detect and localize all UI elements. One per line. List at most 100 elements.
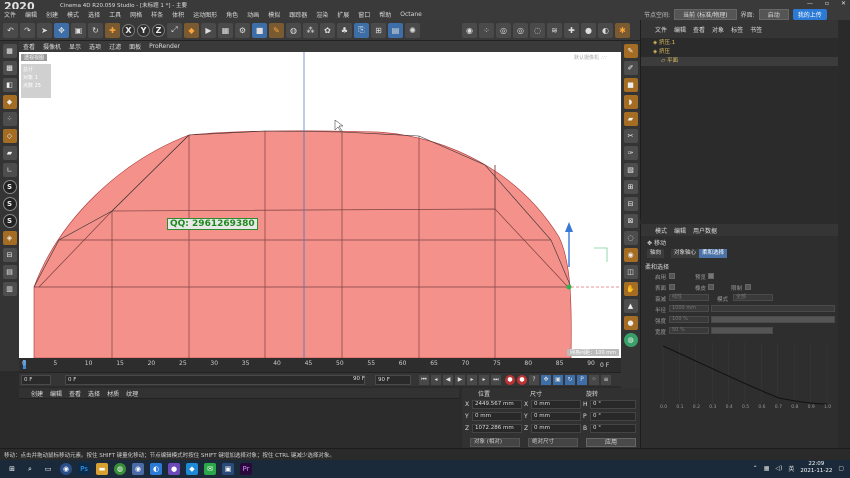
attribute-menu-item-2[interactable]: 用户数据: [693, 226, 717, 235]
menu-item-15[interactable]: 扩展: [337, 10, 349, 19]
viewport-menu-item-2[interactable]: 显示: [69, 42, 81, 51]
axis-mode-icon[interactable]: ∟: [2, 163, 17, 177]
timeline-ruler[interactable]: 0 5 10 15 20 25 30 35 40 45 50 55 60 65 70 75 80 85 90: [19, 358, 621, 372]
rotation-field[interactable]: 0 °: [590, 400, 636, 409]
language-icon[interactable]: 英: [788, 464, 794, 473]
falloff-select[interactable]: 线性: [669, 294, 709, 301]
camera-icon[interactable]: ⎘: [354, 22, 369, 38]
extruded-shape[interactable]: [33, 130, 572, 358]
add-object-icon[interactable]: ✚: [105, 22, 120, 38]
maximize-button[interactable]: ▫: [825, 0, 829, 7]
notification-icon[interactable]: ▢: [838, 465, 844, 472]
light-icon[interactable]: ✺: [405, 22, 420, 38]
search-icon[interactable]: ⌕: [24, 463, 36, 475]
radius-field[interactable]: 1000 mm: [669, 305, 709, 312]
object-row[interactable]: ◈ 挤压.1: [641, 39, 839, 48]
keyframe-icon[interactable]: ◆: [184, 22, 199, 38]
app-taskbar-icon-2[interactable]: ◐: [150, 463, 162, 475]
workplane-icon[interactable]: ◈: [2, 231, 17, 245]
octane-icon-5[interactable]: ◌: [530, 22, 545, 38]
material-menu-item-0[interactable]: 创建: [31, 389, 43, 398]
timeline-menu-icon[interactable]: ≡: [601, 375, 611, 385]
render-view-icon[interactable]: ▶: [201, 22, 216, 38]
snap-icon-3[interactable]: S: [2, 214, 17, 228]
next-key-icon[interactable]: ▸: [479, 375, 489, 385]
object-row[interactable]: ◈ 挤压: [641, 48, 839, 57]
size-mode-select[interactable]: 绝对尺寸: [528, 438, 578, 447]
menu-item-18[interactable]: Octane: [400, 11, 422, 18]
key-rotation-icon[interactable]: ↻: [565, 375, 575, 385]
login-button[interactable]: 我的上传: [792, 9, 827, 20]
cube-primitive-icon[interactable]: ■: [623, 78, 638, 92]
snap-icon-1[interactable]: S: [2, 180, 17, 194]
selected-point[interactable]: [566, 284, 572, 290]
polygons-mode-icon[interactable]: ▰: [2, 146, 17, 160]
notification-up-icon[interactable]: ⌃: [753, 465, 758, 472]
snap-icon-2[interactable]: S: [2, 197, 17, 211]
globe-icon[interactable]: ◍: [623, 333, 638, 347]
spline-primitive-icon[interactable]: ◗: [623, 95, 638, 109]
falloff-curve-graph[interactable]: 0.0 0.1 0.2 0.3 0.4 0.5 0.6 0.7 0.8 0.9 1.0: [659, 342, 831, 408]
play-backward-icon[interactable]: ◀: [443, 375, 453, 385]
menu-item-12[interactable]: 模拟: [268, 10, 280, 19]
viewport-canvas[interactable]: [19, 52, 621, 358]
task-view-icon[interactable]: ▭: [42, 463, 54, 475]
mode-select[interactable]: 全部: [733, 294, 773, 301]
menu-item-10[interactable]: 角色: [226, 10, 238, 19]
explorer-taskbar-icon[interactable]: ▬: [96, 463, 108, 475]
rotation-field[interactable]: 0 °: [590, 424, 636, 433]
size-field[interactable]: 0 mm: [531, 400, 581, 409]
menu-item-8[interactable]: 体积: [172, 10, 184, 19]
object-menu-item-2[interactable]: 查看: [693, 25, 705, 34]
tab-object-axis[interactable]: 对象轴心: [671, 249, 700, 258]
viewport-menu-item-1[interactable]: 摄像机: [43, 42, 61, 51]
viewport-menu-item-4[interactable]: 过滤: [109, 42, 121, 51]
key-param-icon[interactable]: P: [577, 375, 587, 385]
object-menu-item-1[interactable]: 编辑: [674, 25, 686, 34]
side-tabs[interactable]: [838, 20, 850, 448]
chrome-taskbar-icon[interactable]: ◍: [114, 463, 126, 475]
menu-item-7[interactable]: 样条: [151, 10, 163, 19]
photoshop-taskbar-icon[interactable]: Ps: [78, 463, 90, 475]
menu-item-9[interactable]: 运动图形: [193, 10, 217, 19]
windows-start-icon[interactable]: ⊞: [6, 463, 18, 475]
record-icon[interactable]: ●: [505, 375, 515, 385]
octane-icon-7[interactable]: ✚: [564, 22, 579, 38]
app-taskbar-icon-4[interactable]: ◆: [186, 463, 198, 475]
undo-icon[interactable]: ↶: [3, 22, 18, 38]
position-field[interactable]: 1072.286 mm: [472, 424, 522, 433]
object-menu-item-5[interactable]: 书签: [750, 25, 762, 34]
material-menu-item-1[interactable]: 编辑: [50, 389, 62, 398]
menu-item-1[interactable]: 编辑: [25, 10, 37, 19]
menu-item-16[interactable]: 窗口: [358, 10, 370, 19]
perspective-viewport[interactable]: 透视视图 总计 对象 1 点数 25 默认摄像机 ∴∵ QQ: 29612693…: [19, 52, 621, 358]
lock-workplane-icon[interactable]: ⊟: [2, 248, 17, 262]
pen-icon[interactable]: ✎: [623, 44, 638, 58]
array-icon[interactable]: ⁂: [303, 22, 318, 38]
end-frame-field[interactable]: 90 F: [375, 375, 411, 385]
auto-key-icon[interactable]: ●: [517, 375, 527, 385]
size-field[interactable]: 0 mm: [531, 412, 581, 421]
y-axis-lock-icon[interactable]: Y: [137, 23, 150, 37]
octane-icon-3[interactable]: ◎: [496, 22, 511, 38]
brush-icon[interactable]: ✑: [623, 146, 638, 160]
menu-item-14[interactable]: 渲染: [316, 10, 328, 19]
cinema4d-taskbar-icon[interactable]: ◉: [60, 463, 72, 475]
bridge-icon[interactable]: ⊞: [623, 180, 638, 194]
magnet-icon[interactable]: ◉: [623, 248, 638, 262]
layer-icon[interactable]: ▥: [2, 282, 17, 296]
object-menu-item-0[interactable]: 文件: [655, 25, 667, 34]
move-tool-icon[interactable]: ✥: [54, 22, 69, 38]
next-frame-icon[interactable]: ▸: [467, 375, 477, 385]
position-field[interactable]: 2449.567 mm: [472, 400, 522, 409]
material-menu-item-2[interactable]: 查看: [69, 389, 81, 398]
premiere-taskbar-icon[interactable]: Pr: [240, 463, 252, 475]
points-mode-icon[interactable]: ⁘: [2, 112, 17, 126]
width-field[interactable]: 50 %: [669, 327, 709, 334]
render-settings-icon[interactable]: ⚙: [235, 22, 250, 38]
z-axis-lock-icon[interactable]: Z: [152, 23, 165, 37]
viewport-menu-item-0[interactable]: 查看: [23, 42, 35, 51]
pen-spline-icon[interactable]: ✎: [269, 22, 284, 38]
cube-icon[interactable]: ■: [252, 22, 267, 38]
sculpt-icon[interactable]: ✋: [623, 282, 638, 296]
